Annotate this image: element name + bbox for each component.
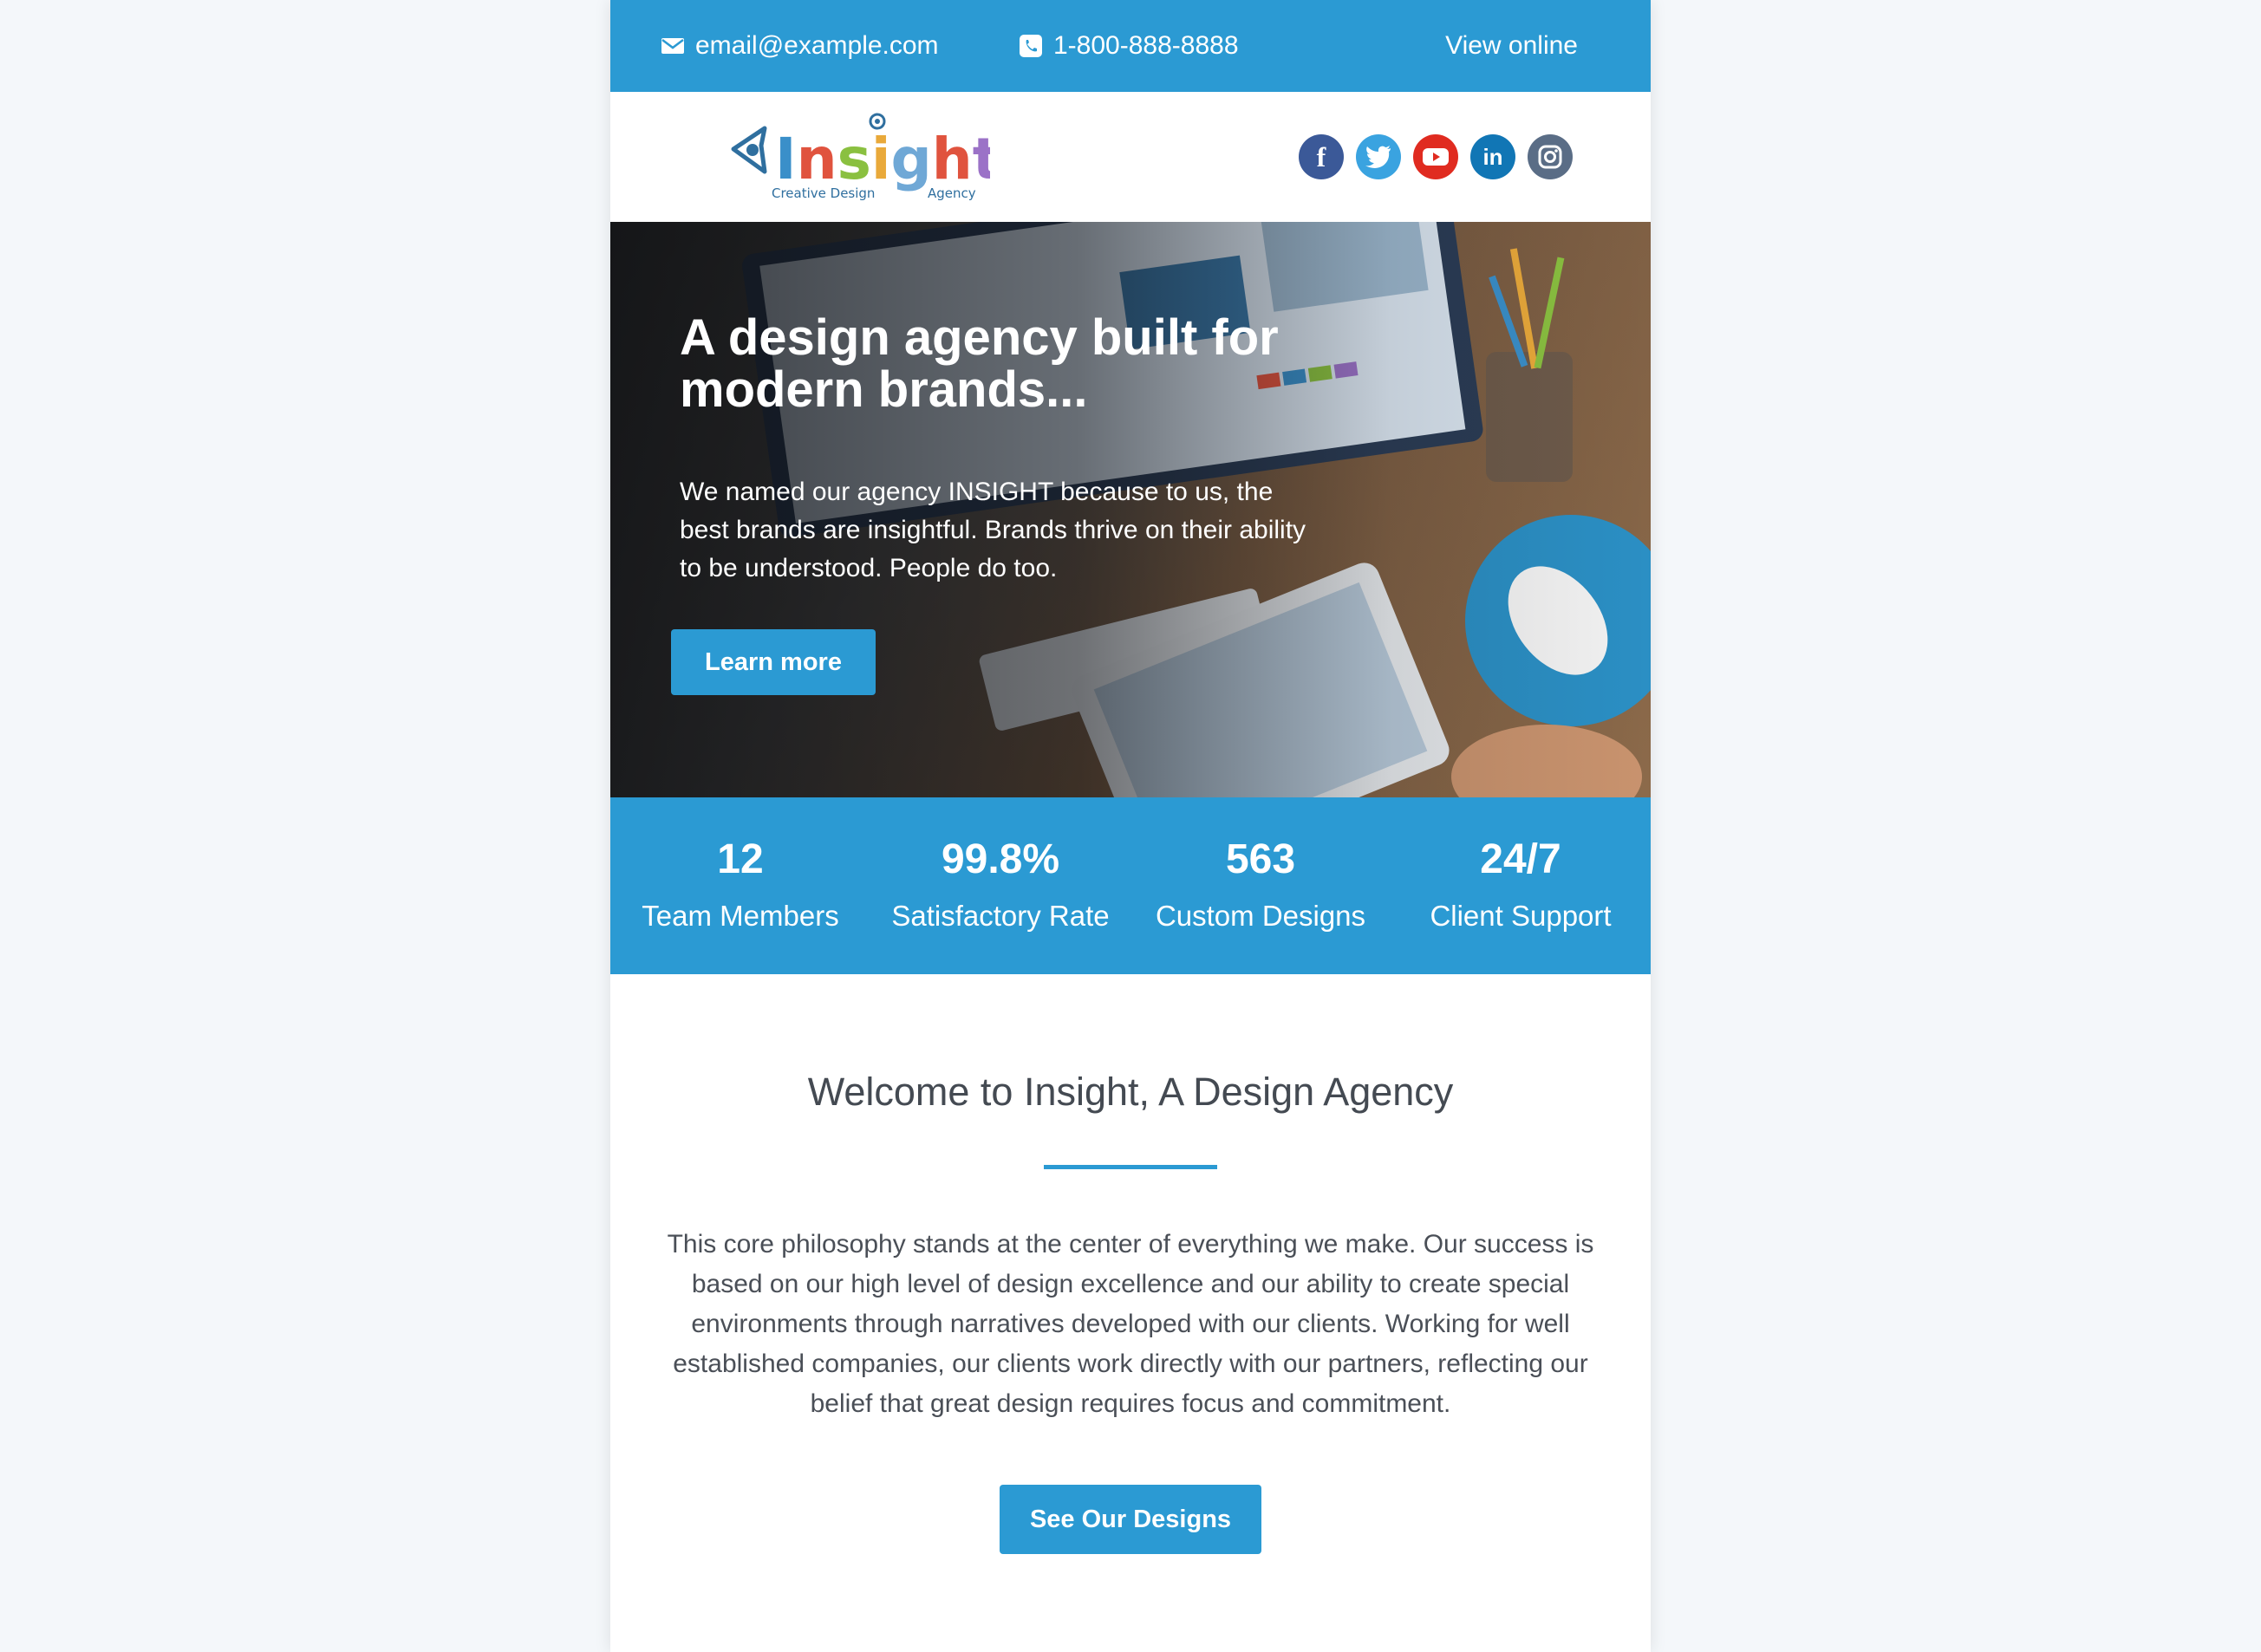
insight-logo[interactable]: Insight Creative Design Agency [730, 111, 990, 205]
instagram-icon[interactable] [1528, 134, 1573, 179]
hero-title: A design agency built for modern brands.… [680, 309, 1279, 418]
stat-label: Client Support [1430, 900, 1612, 932]
logo-tagline-right: Agency [928, 185, 976, 201]
stats-bar: 12 Team Members 99.8% Satisfactory Rate … [610, 797, 1651, 974]
twitter-icon[interactable] [1356, 134, 1401, 179]
stat-label: Team Members [642, 900, 839, 932]
title-divider [1044, 1165, 1217, 1169]
stat-value: 12 [717, 836, 764, 882]
stat-satisfactory-rate: 99.8% Satisfactory Rate [870, 797, 1130, 974]
youtube-icon[interactable] [1413, 134, 1458, 179]
logo-tagline-left: Creative Design [772, 185, 875, 201]
stat-label: Satisfactory Rate [891, 900, 1110, 932]
social-links: f in [1299, 134, 1573, 179]
hero-banner: A design agency built for modern brands.… [610, 222, 1651, 797]
linkedin-icon[interactable]: in [1470, 134, 1515, 179]
stat-label: Custom Designs [1155, 900, 1366, 932]
svg-text:Insight: Insight [775, 126, 990, 192]
phone-text[interactable]: 1-800-888-8888 [1053, 31, 1239, 61]
stat-value: 99.8% [941, 836, 1060, 882]
stat-value: 563 [1225, 836, 1296, 882]
envelope-icon [661, 38, 684, 54]
email-container: email@example.com 1-800-888-8888 View on… [610, 0, 1651, 1652]
contact-phone[interactable]: 1-800-888-8888 [1019, 0, 1239, 92]
welcome-title: Welcome to Insight, A Design Agency [807, 1070, 1454, 1114]
hero-body: We named our agency INSIGHT because to u… [680, 478, 1306, 582]
stat-custom-designs: 563 Custom Designs [1130, 797, 1391, 974]
facebook-icon[interactable]: f [1299, 134, 1344, 179]
email-text[interactable]: email@example.com [695, 31, 939, 61]
phone-icon [1020, 35, 1042, 57]
view-online-link[interactable]: View online [1445, 0, 1578, 92]
contact-email[interactable]: email@example.com [661, 0, 939, 92]
learn-more-button[interactable]: Learn more [671, 629, 876, 695]
welcome-body: This core philosophy stands at the cente… [667, 1230, 1594, 1418]
welcome-section: Welcome to Insight, A Design Agency This… [610, 974, 1651, 1554]
header: Insight Creative Design Agency f in [610, 92, 1651, 222]
top-bar: email@example.com 1-800-888-8888 View on… [610, 0, 1651, 92]
stat-team-members: 12 Team Members [610, 797, 870, 974]
see-our-designs-button[interactable]: See Our Designs [1000, 1485, 1261, 1554]
stat-value: 24/7 [1480, 836, 1561, 882]
stat-client-support: 24/7 Client Support [1391, 797, 1651, 974]
